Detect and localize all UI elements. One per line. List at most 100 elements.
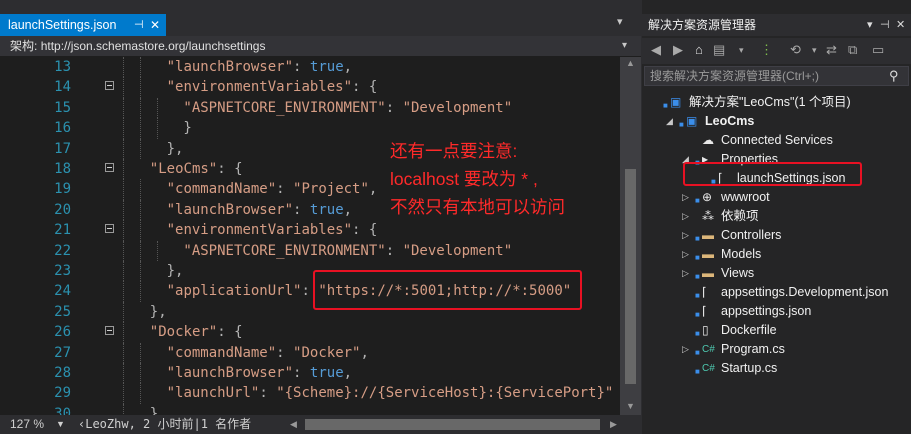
tree-node[interactable]: ▷ ■ ▬ Models [642, 245, 911, 264]
code-line[interactable]: 13 "launchBrowser": true, [0, 57, 620, 78]
history-icon[interactable]: ⟲ [790, 42, 801, 58]
switch-views-dropdown-icon[interactable]: ▾ [739, 45, 744, 56]
search-icon[interactable]: ⚲ [889, 67, 899, 85]
pending-changes-icon[interactable]: ⋮ [760, 42, 773, 58]
code-line[interactable]: 16} [0, 118, 620, 139]
code-text: "LeoCms": { [149, 161, 243, 177]
close-icon[interactable]: ✕ [896, 14, 905, 36]
indent-guide [123, 97, 124, 119]
pin-icon[interactable]: ⊣ [880, 14, 890, 36]
code-editor[interactable]: launchSettings.json ⊣ ✕ ▾ 架构: http://jso… [0, 0, 641, 434]
indent-guide [139, 77, 141, 98]
zoom-dropdown-icon[interactable]: ▼ [56, 415, 65, 434]
schema-bar[interactable]: 架构: http://json.schemastore.org/launchse… [0, 36, 641, 56]
tree-node[interactable]: ▷ ■ ▬ Views [642, 264, 911, 283]
expanded-arrow-icon[interactable]: ◢ [666, 112, 673, 131]
forward-icon[interactable]: ▶ [673, 42, 683, 58]
sync-icon[interactable]: ⇄ [826, 42, 837, 58]
schema-url: http://json.schemastore.org/launchsettin… [40, 39, 266, 53]
code-text: "ASPNETCORE_ENVIRONMENT": "Development" [183, 99, 513, 116]
code-line[interactable]: 28 "launchBrowser": true, [0, 363, 620, 384]
tree-node-label: wwwroot [721, 190, 770, 204]
code-line[interactable]: 26 "Docker": { [0, 322, 620, 343]
schema-dropdown-icon[interactable]: ▾ [622, 36, 627, 56]
tab-launchsettings[interactable]: launchSettings.json ⊣ ✕ [0, 14, 166, 36]
collapsed-arrow-icon[interactable]: ▷ [682, 340, 689, 359]
line-number: 17 [54, 140, 71, 157]
file-icon: ▯ [702, 323, 709, 337]
tree-node[interactable]: ▷ ■ ⊕ wwwroot [642, 188, 911, 207]
code-text: "environmentVariables": { [166, 79, 378, 96]
scroll-up-icon[interactable]: ▲ [620, 58, 641, 72]
line-number: 26 [54, 324, 71, 341]
tree-node[interactable]: ▷ ■ ▬ Controllers [642, 226, 911, 245]
collapsed-arrow-icon[interactable]: ▷ [682, 188, 689, 207]
codelens-blame[interactable]: ‹LeoZhw, 2 小时前|1 名作者 [78, 415, 251, 434]
code-text: } [183, 120, 192, 137]
vertical-scrollbar[interactable]: ▲ ▼ [620, 57, 641, 415]
switch-views-icon[interactable]: ▤ [713, 42, 725, 58]
indent-guide [123, 261, 124, 282]
collapse-all-icon[interactable]: ⧉ [848, 42, 857, 58]
close-icon[interactable]: ✕ [150, 14, 160, 36]
code-line[interactable]: 30} [0, 403, 620, 415]
tree-node[interactable]: ◢ ■ ▣ LeoCms [642, 112, 911, 131]
home-icon[interactable]: ⌂ [695, 42, 703, 57]
tree-node[interactable]: ■ C# Startup.cs [642, 359, 911, 378]
line-number: 16 [54, 120, 71, 137]
fold-toggle-icon[interactable] [105, 326, 114, 336]
tab-overflow-dropdown-icon[interactable]: ▾ [617, 15, 623, 28]
tree-node[interactable]: ■ ⌈ appsettings.Development.json [642, 283, 911, 302]
line-number: 24 [54, 283, 71, 300]
scroll-thumb[interactable] [625, 169, 636, 384]
indent-guide [123, 199, 124, 221]
collapsed-arrow-icon[interactable]: ▷ [682, 264, 689, 283]
scroll-down-icon[interactable]: ▼ [620, 401, 641, 415]
line-number: 25 [54, 303, 71, 320]
collapsed-arrow-icon[interactable]: ▷ [682, 245, 689, 264]
code-line[interactable]: 22 "ASPNETCORE_ENVIRONMENT": "Development… [0, 240, 620, 261]
tree-node[interactable]: ■ ⌈ appsettings.json [642, 302, 911, 321]
line-number: 29 [54, 385, 71, 402]
code-line[interactable]: 14 "environmentVariables": { [0, 77, 620, 98]
code-line[interactable]: 21 "environmentVariables": { [0, 220, 620, 241]
code-text: "Docker": { [149, 324, 243, 341]
code-line[interactable]: 27 "commandName": "Docker", [0, 342, 620, 363]
code-text: "launchBrowser": true, [166, 59, 353, 75]
properties-icon[interactable]: ▭ [872, 42, 884, 58]
indent-guide [123, 301, 124, 323]
code-line[interactable]: 29 "launchUrl": "{Scheme}://{ServiceHost}… [0, 383, 620, 404]
indent-guide [123, 342, 124, 363]
tree-node[interactable]: ■ ▣ 解决方案"LeoCms"(1 个项目) [642, 93, 911, 112]
tree-node[interactable]: ▷ ■ C# Program.cs [642, 340, 911, 359]
tree-node[interactable]: ☁ Connected Services [642, 131, 911, 150]
pin-icon[interactable]: ⊣ [134, 14, 144, 36]
tab-strip: launchSettings.json ⊣ ✕ ▾ [0, 0, 641, 36]
back-icon[interactable]: ◀ [651, 42, 661, 58]
tree-node[interactable]: ▷ ⁂ 依赖项 [642, 207, 911, 226]
horizontal-scroll-thumb[interactable] [305, 419, 600, 430]
indent-guide [123, 159, 124, 180]
code-line[interactable]: 15 "ASPNETCORE_ENVIRONMENT": "Development… [0, 97, 620, 119]
tree-node-label: Connected Services [721, 133, 833, 147]
search-placeholder: 搜索解决方案资源管理器(Ctrl+;) [650, 69, 819, 83]
tree-node[interactable]: ■ ▯ Dockerfile [642, 321, 911, 340]
fold-toggle-icon[interactable] [105, 81, 114, 91]
zoom-level[interactable]: 127 % [10, 415, 44, 434]
collapsed-arrow-icon[interactable]: ▷ [682, 207, 689, 226]
solution-explorer-search[interactable]: 搜索解决方案资源管理器(Ctrl+;) ⚲ [644, 66, 909, 86]
json-file-icon: ⌈ [702, 304, 707, 318]
history-dropdown-icon[interactable]: ▾ [812, 45, 817, 56]
code-area[interactable]: 13 "launchBrowser": true, 14 "environmentVa… [0, 57, 620, 415]
tree-node-label: Models [721, 247, 762, 261]
fold-toggle-icon[interactable] [105, 163, 114, 172]
collapsed-arrow-icon[interactable]: ▷ [682, 226, 689, 245]
scroll-right-icon[interactable]: ▶ [610, 415, 617, 434]
fold-toggle-icon[interactable] [105, 224, 114, 234]
indent-guide [139, 97, 141, 119]
indent-guide [139, 199, 141, 221]
line-number: 30 [54, 405, 71, 415]
scroll-left-icon[interactable]: ◀ [290, 415, 297, 434]
panel-dropdown-icon[interactable]: ▾ [867, 14, 873, 36]
line-number: 15 [54, 99, 71, 116]
